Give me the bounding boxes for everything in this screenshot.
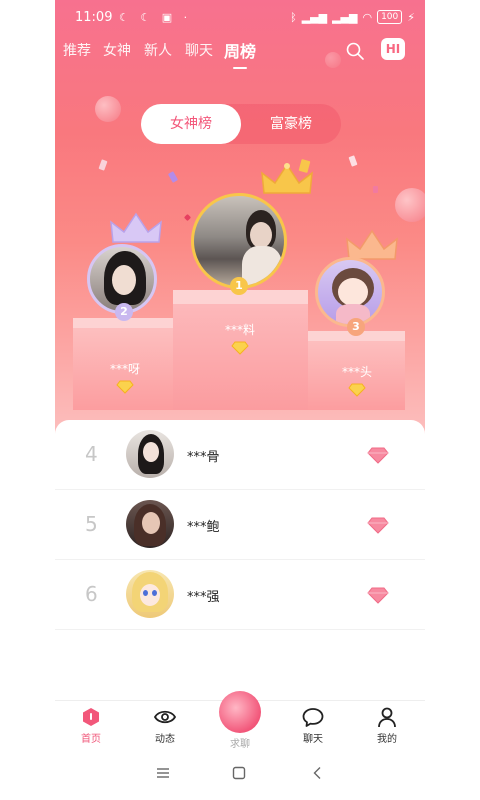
charging-icon: ⚡ — [407, 10, 415, 24]
gem-icon — [367, 517, 389, 534]
goddess-ranking-option[interactable]: 女神榜 — [141, 104, 241, 144]
gold-crown-icon — [261, 163, 313, 194]
rank-number: 5 — [85, 512, 98, 536]
seek-chat-button[interactable]: 求聊 — [215, 691, 265, 750]
third-place-name: ***头 — [341, 365, 372, 379]
rank-number: 6 — [85, 582, 98, 606]
screen: 11:09 ☾ ☾ ▣ · ᛒ ▂▄▆ ▂▄▆ ◠ 100 ⚡ 推荐 女神 新人… — [0, 0, 480, 800]
home-square-icon[interactable] — [232, 766, 246, 780]
search-icon[interactable] — [345, 41, 365, 61]
wifi-icon: ◠ — [362, 10, 373, 24]
avatar[interactable] — [126, 430, 174, 478]
status-bar: 11:09 ☾ ☾ ▣ · ᛒ ▂▄▆ ▂▄▆ ◠ 100 ⚡ — [55, 0, 425, 34]
first-place-avatar[interactable] — [191, 193, 287, 289]
bottom-nav: 首页 动态 求聊 聊天 我的 — [55, 691, 425, 752]
system-nav-bar — [55, 752, 425, 800]
user-name: ***强 — [187, 590, 220, 605]
decor-confetti — [348, 155, 358, 167]
avatar[interactable] — [126, 570, 174, 618]
second-place-name: ***呀 — [109, 362, 140, 376]
podium-block-first — [173, 302, 308, 410]
tab-goddess[interactable]: 女神 — [103, 40, 131, 60]
decor-bubble — [95, 96, 121, 122]
rank-badge-second: 2 — [115, 303, 133, 321]
gem-icon — [367, 447, 389, 464]
rich-ranking-option[interactable]: 富豪榜 — [241, 104, 341, 144]
nav-mine[interactable]: 我的 — [365, 706, 409, 745]
list-item[interactable]: 4 ***骨 — [55, 420, 425, 490]
hi-button[interactable]: HI — [381, 38, 405, 60]
ranking-toggle: 女神榜 富豪榜 — [141, 104, 341, 144]
diamond-icon — [231, 341, 249, 355]
decor-bubble — [395, 188, 425, 222]
list-item[interactable]: 5 ***鲍 — [55, 490, 425, 560]
eye-icon — [153, 710, 177, 724]
status-icons: ᛒ ▂▄▆ ▂▄▆ ◠ 100 ⚡ — [290, 10, 415, 24]
nav-moments[interactable]: 动态 — [143, 706, 187, 745]
person-icon — [378, 707, 396, 728]
menu-icon[interactable] — [156, 766, 170, 780]
signal-icon: ▂▄▆ — [301, 10, 328, 24]
app-container: 11:09 ☾ ☾ ▣ · ᛒ ▂▄▆ ▂▄▆ ◠ 100 ⚡ 推荐 女神 新人… — [55, 0, 425, 800]
avatar[interactable] — [126, 500, 174, 548]
chat-bubble-icon — [302, 708, 324, 727]
nav-chat[interactable]: 聊天 — [291, 706, 335, 745]
first-place-name: ***料 — [224, 323, 255, 337]
top-nav: 推荐 女神 新人 聊天 周榜 HI — [55, 36, 425, 70]
tab-recommend[interactable]: 推荐 — [63, 40, 91, 60]
decor-confetti — [183, 213, 192, 222]
user-name: ***骨 — [187, 450, 220, 465]
bluetooth-icon: ᛒ — [290, 10, 297, 24]
tab-weekly-ranking[interactable]: 周榜 — [224, 38, 256, 69]
seek-chat-icon — [219, 691, 261, 733]
nav-home[interactable]: 首页 — [69, 706, 113, 745]
notification-icons: ☾ ☾ ▣ · — [119, 11, 192, 24]
back-icon[interactable] — [311, 766, 325, 780]
user-name: ***鲍 — [187, 520, 220, 535]
decor-confetti — [167, 171, 179, 183]
seek-chat-label: 求聊 — [230, 739, 250, 750]
rank-badge-first: 1 — [230, 277, 248, 295]
gem-icon — [367, 587, 389, 604]
decor-confetti — [98, 159, 108, 171]
silver-crown-icon — [110, 212, 162, 243]
diamond-icon — [348, 383, 366, 397]
third-place-avatar[interactable] — [315, 257, 385, 327]
rank-badge-third: 3 — [347, 318, 365, 336]
diamond-icon — [116, 380, 134, 394]
ranking-list: 4 ***骨 5 ***鲍 6 ***强 — [55, 420, 425, 700]
status-time: 11:09 — [75, 10, 113, 25]
tab-newcomer[interactable]: 新人 — [144, 40, 172, 60]
list-item[interactable]: 6 ***强 — [55, 560, 425, 630]
rank-number: 4 — [85, 442, 98, 466]
signal-icon-2: ▂▄▆ — [332, 10, 358, 24]
nav-home-label: 首页 — [81, 734, 101, 745]
nav-chat-label: 聊天 — [303, 734, 323, 745]
tab-chat[interactable]: 聊天 — [185, 40, 213, 60]
nav-moments-label: 动态 — [155, 734, 175, 745]
home-icon — [83, 708, 99, 726]
nav-mine-label: 我的 — [377, 734, 397, 745]
decor-confetti — [373, 186, 378, 193]
battery-icon: 100 — [377, 10, 403, 24]
